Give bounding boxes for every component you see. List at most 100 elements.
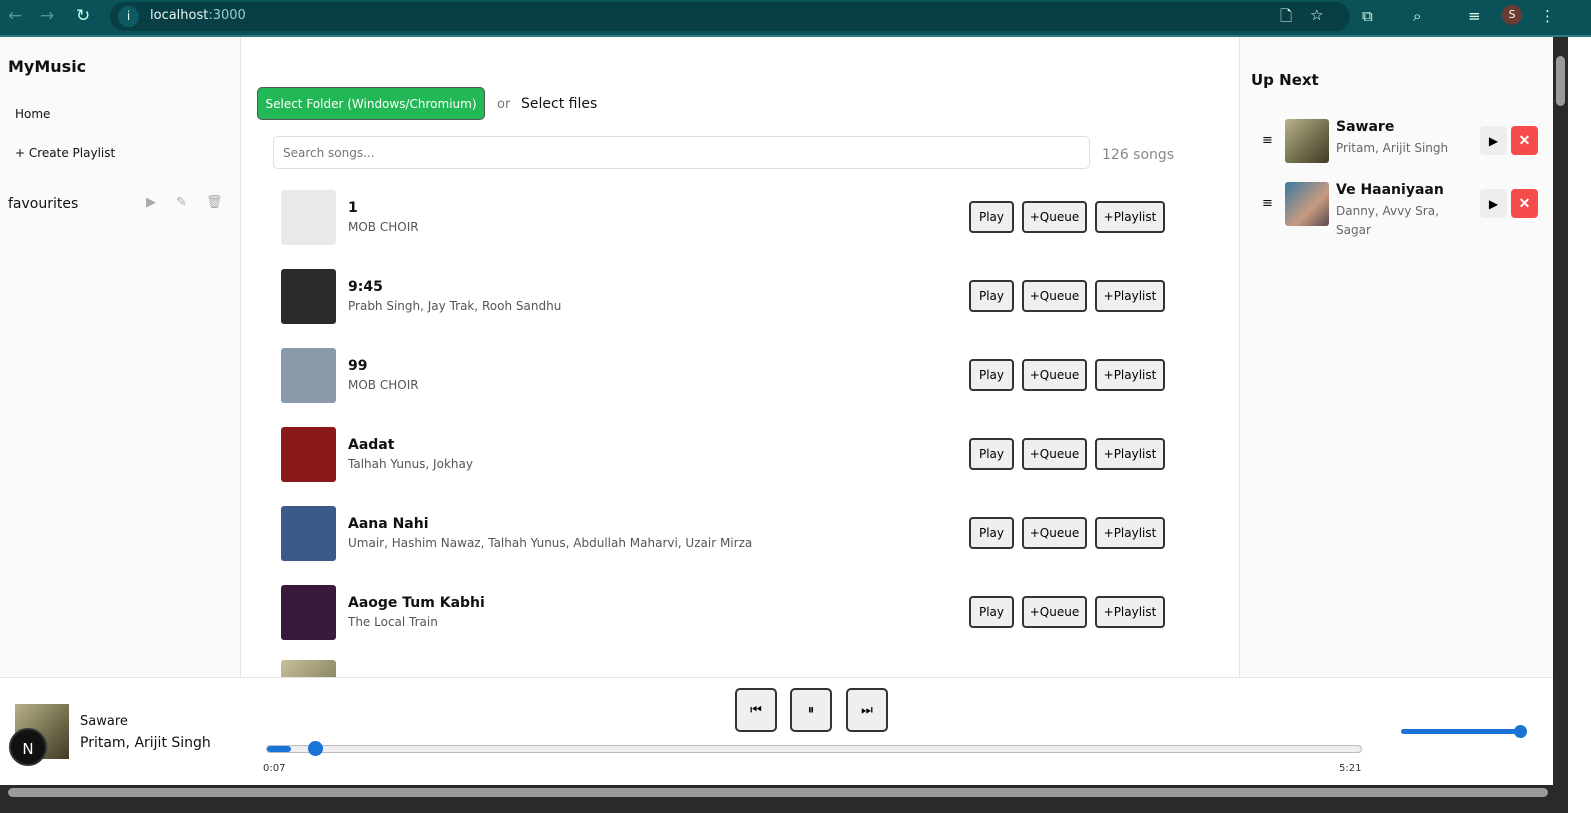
sidebar: MyMusic Home + Create Playlist favourite… — [0, 37, 241, 677]
add-to-playlist-button[interactable]: +Playlist — [1095, 359, 1165, 391]
url-port: :3000 — [208, 8, 246, 23]
select-files-button[interactable]: Select files — [521, 96, 597, 112]
main-content: Select Folder (Windows/Chromium) or Sele… — [241, 37, 1239, 677]
back-icon[interactable]: ← — [8, 6, 22, 26]
reload-icon[interactable]: ↻ — [76, 6, 90, 26]
queue-title: Saware — [1336, 119, 1395, 135]
drag-handle-icon[interactable]: ≡ — [1262, 196, 1273, 211]
add-to-playlist-button[interactable]: +Playlist — [1095, 517, 1165, 549]
search-input[interactable] — [273, 136, 1090, 169]
now-playing-artist: Pritam, Arijit Singh — [80, 735, 211, 751]
song-artist: MOB CHOIR — [348, 378, 419, 392]
volume-slider[interactable] — [1401, 729, 1525, 734]
remove-button[interactable]: ✕ — [1511, 126, 1538, 155]
progress-slider[interactable] — [266, 745, 1362, 753]
queue-title: Ve Haaniyaan — [1336, 182, 1444, 198]
song-artist: Umair, Hashim Nawaz, Talhah Yunus, Abdul… — [348, 536, 753, 550]
play-button[interactable]: Play — [969, 359, 1014, 391]
album-art — [281, 660, 336, 677]
song-title: Aadat — [348, 437, 395, 453]
song-row: Aadat Talhah Yunus, Jokhay Play +Queue +… — [281, 427, 1181, 483]
pause-button[interactable]: ⏸ — [790, 688, 832, 732]
lens-icon[interactable]: ⌕ — [1413, 7, 1421, 25]
create-playlist-button[interactable]: + Create Playlist — [15, 146, 115, 160]
remove-button[interactable]: ✕ — [1511, 189, 1538, 218]
menu-dots-icon[interactable]: ⋮ — [1540, 7, 1555, 25]
play-button[interactable]: Play — [969, 201, 1014, 233]
drag-handle-icon[interactable]: ≡ — [1262, 133, 1273, 148]
song-artist: The Local Train — [348, 615, 438, 629]
song-title: Aaoge Tum Kabhi — [348, 595, 485, 611]
play-button[interactable]: ▶ — [1480, 189, 1507, 218]
add-to-queue-button[interactable]: +Queue — [1022, 201, 1087, 233]
browser-toolbar: ← → ↻ i localhost:3000 🗋 ☆ ⧉ ⌕ ≡ S ⋮ — [0, 0, 1591, 37]
add-to-playlist-button[interactable]: +Playlist — [1095, 596, 1165, 628]
duration: 5:21 — [1339, 763, 1362, 774]
song-title: 1 — [348, 200, 358, 216]
album-art — [281, 585, 336, 640]
play-button[interactable]: ▶ — [1480, 126, 1507, 155]
page-icon[interactable]: 🗋 — [1280, 6, 1292, 31]
album-art — [281, 427, 336, 482]
add-to-playlist-button[interactable]: +Playlist — [1095, 201, 1165, 233]
address-bar[interactable]: i localhost:3000 🗋 ☆ — [110, 2, 1350, 31]
profile-avatar[interactable]: S — [1502, 5, 1522, 25]
queue-artist: Danny, Avvy Sra, Sagar — [1336, 204, 1439, 237]
song-row-partial — [281, 660, 1181, 677]
url-host: localhost — [150, 8, 209, 23]
player-bar: Saware Pritam, Arijit Singh N ⏮ ⏸ ⏭ 0:07… — [0, 677, 1553, 785]
play-button[interactable]: Play — [969, 596, 1014, 628]
album-art — [1285, 182, 1329, 226]
vertical-scrollbar[interactable] — [1553, 37, 1568, 785]
album-art — [281, 506, 336, 561]
song-row: 9:45 Prabh Singh, Jay Trak, Rooh Sandhu … — [281, 269, 1181, 325]
queue-item[interactable]: ≡ Ve Haaniyaan Danny, Avvy Sra, Sagar ▶ … — [1240, 182, 1554, 242]
song-row: 99 MOB CHOIR Play +Queue +Playlist — [281, 348, 1181, 404]
album-art — [281, 190, 336, 245]
now-playing-title: Saware — [80, 714, 128, 729]
trash-icon[interactable]: 🗑 — [206, 195, 223, 210]
song-artist: Prabh Singh, Jay Trak, Rooh Sandhu — [348, 299, 562, 313]
site-info-icon[interactable]: i — [118, 6, 139, 27]
nav-home[interactable]: Home — [15, 107, 50, 121]
add-to-queue-button[interactable]: +Queue — [1022, 596, 1087, 628]
song-count: 126 songs — [1102, 147, 1175, 163]
album-art — [281, 269, 336, 324]
volume-knob[interactable] — [1514, 725, 1527, 738]
select-folder-button[interactable]: Select Folder (Windows/Chromium) — [257, 87, 485, 120]
add-to-queue-button[interactable]: +Queue — [1022, 438, 1087, 470]
add-to-playlist-button[interactable]: +Playlist — [1095, 280, 1165, 312]
brand-title: MyMusic — [8, 57, 87, 76]
add-to-queue-button[interactable]: +Queue — [1022, 359, 1087, 391]
song-artist: MOB CHOIR — [348, 220, 419, 234]
next-dev-badge[interactable]: N — [9, 728, 47, 766]
album-art — [1285, 119, 1329, 163]
queue-item[interactable]: ≡ Saware Pritam, Arijit Singh ▶ ✕ — [1240, 119, 1554, 179]
media-queue-icon[interactable]: ≡ — [1468, 7, 1481, 25]
extensions-icon[interactable]: ⧉ — [1362, 7, 1373, 25]
add-to-playlist-button[interactable]: +Playlist — [1095, 438, 1165, 470]
horizontal-scrollbar[interactable] — [0, 785, 1568, 813]
play-button[interactable]: Play — [969, 438, 1014, 470]
up-next-panel: Up Next ≡ Saware Pritam, Arijit Singh ▶ … — [1239, 37, 1553, 677]
edit-pencil-icon[interactable]: ✎ — [176, 195, 187, 210]
add-to-queue-button[interactable]: +Queue — [1022, 517, 1087, 549]
up-next-title: Up Next — [1251, 71, 1319, 89]
song-row: Aana Nahi Umair, Hashim Nawaz, Talhah Yu… — [281, 506, 1181, 562]
queue-artist: Pritam, Arijit Singh — [1336, 141, 1449, 155]
song-artist: Talhah Yunus, Jokhay — [348, 457, 473, 471]
playlist-favourites[interactable]: favourites — [8, 196, 78, 212]
or-label: or — [497, 97, 511, 112]
bookmark-star-icon[interactable]: ☆ — [1310, 6, 1323, 24]
play-button[interactable]: Play — [969, 517, 1014, 549]
play-button[interactable]: Play — [969, 280, 1014, 312]
previous-button[interactable]: ⏮ — [735, 688, 777, 732]
progress-knob[interactable] — [308, 741, 324, 756]
album-art — [281, 348, 336, 403]
forward-icon[interactable]: → — [40, 6, 54, 26]
next-button[interactable]: ⏭ — [846, 688, 888, 732]
add-to-queue-button[interactable]: +Queue — [1022, 280, 1087, 312]
song-row: Aaoge Tum Kabhi The Local Train Play +Qu… — [281, 585, 1181, 641]
song-title: 9:45 — [348, 279, 383, 295]
play-icon[interactable]: ▶ — [146, 195, 156, 210]
